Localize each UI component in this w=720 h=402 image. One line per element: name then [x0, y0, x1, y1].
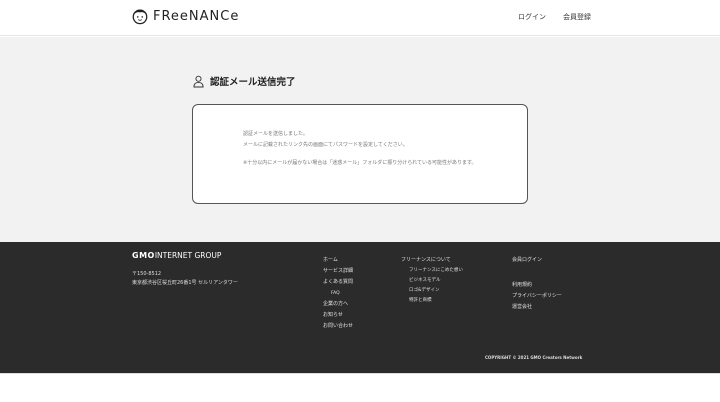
footer-link-news[interactable]: お知らせ	[323, 310, 353, 321]
footer-link-privacy[interactable]: プライバシーポリシー	[512, 291, 562, 302]
footer-link-home[interactable]: ホーム	[323, 255, 353, 266]
address-line: 東京都渋谷区桜丘町26番1号 セルリアンタワー	[132, 280, 238, 286]
site-logo[interactable]: FReeNANCe	[131, 7, 239, 25]
footer-link-operator[interactable]: 運営会社	[512, 302, 562, 313]
spam-note: ※十分以内にメールが届かない場合は「迷惑メール」フォルダに振り分けられている可能…	[243, 160, 477, 166]
message-card: 認証メールを送信しました。 メールに記載されたリンク先の画面にてパスワードを設定…	[192, 104, 528, 204]
site-header: FReeNANCe ログイン 会員登録	[0, 0, 720, 36]
page-title: 認証メール送信完了	[210, 77, 296, 88]
company-address: 〒150-8512 東京都渋谷区桜丘町26番1号 セルリアンタワー	[132, 270, 238, 288]
footer-link-member-login[interactable]: 会員ログイン	[512, 255, 562, 266]
footer-col-main: ホーム サービス詳細 よくある質問 FAQ 企業の方へ お知らせ お問い合わせ	[323, 255, 353, 332]
footer-link-company[interactable]: 企業の方へ	[323, 299, 353, 310]
footer-link-business-model[interactable]: ビジネスモデル	[401, 276, 463, 286]
main-content: 認証メール送信完了 認証メールを送信しました。 メールに記載されたリンク先の画面…	[0, 37, 720, 242]
footer-link-logo-design[interactable]: ロゴ&デザイン	[401, 286, 463, 296]
footer-link-about[interactable]: フリーナンスについて	[401, 255, 463, 266]
logo-text: FReeNANCe	[153, 8, 240, 24]
logo-face-icon	[132, 9, 148, 25]
site-footer: GMOINTERNET GROUP 〒150-8512 東京都渋谷区桜丘町26番…	[0, 242, 720, 373]
footer-link-concept[interactable]: フリーナンスにこめた想い	[401, 266, 463, 276]
address-zip: 〒150-8512	[132, 271, 162, 277]
message-line-1: 認証メールを送信しました。	[243, 131, 309, 137]
message-line-2: メールに記載されたリンク先の画面にてパスワードを設定してください。	[243, 142, 408, 148]
copyright: COPYRIGHT © 2021 GMO Creators Network	[485, 355, 583, 360]
footer-link-faq[interactable]: FAQ	[323, 288, 353, 299]
footer-link-patent[interactable]: 特許と商標	[401, 296, 463, 306]
nav-register-link[interactable]: 会員登録	[563, 12, 591, 22]
gmo-logo[interactable]: GMOINTERNET GROUP	[132, 251, 221, 260]
gmo-logo-mark: GMO	[132, 251, 155, 260]
gmo-logo-text: INTERNET GROUP	[154, 251, 222, 260]
page-bottom	[0, 373, 720, 402]
footer-link-contact[interactable]: お問い合わせ	[323, 321, 353, 332]
footer-col-about: フリーナンスについて フリーナンスにこめた想い ビジネスモデル ロゴ&デザイン …	[401, 255, 463, 306]
footer-col-member: 会員ログイン 利用規約 プライバシーポリシー 運営会社	[512, 255, 562, 313]
page-heading: 認証メール送信完了	[193, 74, 296, 88]
nav-login-link[interactable]: ログイン	[518, 12, 546, 22]
footer-link-terms[interactable]: 利用規約	[512, 280, 562, 291]
footer-link-service[interactable]: サービス詳細	[323, 266, 353, 277]
user-icon	[193, 75, 204, 87]
footer-link-faq-parent[interactable]: よくある質問	[323, 277, 353, 288]
